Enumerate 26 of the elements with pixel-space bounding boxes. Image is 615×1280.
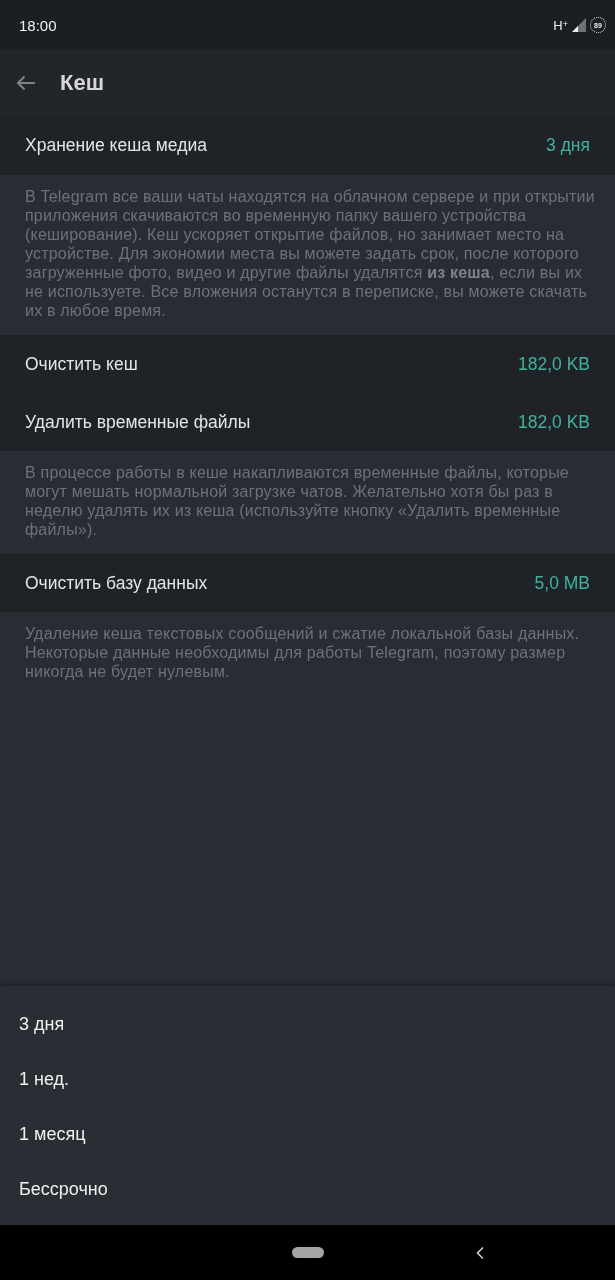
- settings-row[interactable]: Хранение кеша медиа 3 дня: [0, 115, 615, 175]
- row-label: Очистить кеш: [25, 353, 138, 375]
- info-text: В Telegram все ваши чаты находятся на облачном сервере и при открытии приложения скачиваются во временную папку вашего устройства (кеширование). Кеш ускоряет открытие файлов, но занимает место на устройстве. Для экономии места вы можете задать срок, после которого загруженные фото, видео и другие файлы удалятся из кеша, если вы их не используете. Все вложения останутся в переписке, вы можете скачать их в любое время.: [25, 187, 596, 320]
- sheet-option[interactable]: 1 нед.: [0, 1052, 615, 1107]
- row-label: Хранение кеша медиа: [25, 134, 207, 156]
- back-chevron-icon[interactable]: [475, 1246, 485, 1260]
- sheet-option[interactable]: Бессрочно: [0, 1162, 615, 1217]
- status-time: 18:00: [19, 16, 57, 34]
- home-pill-icon[interactable]: [291, 1247, 324, 1258]
- info-text: Удаление кеша текстовых сообщений и сжатие локальной базы данных. Некоторые данные необходимы для работы Telegram, поэтому размер никогда не будет нулевым.: [25, 624, 581, 681]
- screen-title: Кеш: [60, 69, 104, 96]
- row-label: Очистить базу данных: [25, 572, 208, 594]
- sheet-option[interactable]: 1 месяц: [0, 1107, 615, 1162]
- settings-row[interactable]: Очистить кеш 182,0 KB: [0, 335, 615, 393]
- row-label: Удалить временные файлы: [25, 411, 251, 433]
- row-value: 5,0 MB: [534, 572, 590, 594]
- row-value: 182,0 KB: [518, 411, 590, 433]
- info-text: В процессе работы в кеше накапливаются временные файлы, которые могут мешать нормальной загрузке чатов. Желательно хотя бы раз в неделю удалять их из кеша (используйте кнопку «Удалить временные файлы»).: [25, 463, 570, 539]
- network-type: H$^{+}$: [553, 17, 568, 33]
- row-value: 3 дня: [546, 134, 590, 156]
- settings-row[interactable]: Удалить временные файлы 182,0 KB: [0, 393, 615, 451]
- row-value: 182,0 KB: [518, 353, 590, 375]
- settings-row[interactable]: Очистить базу данных 5,0 MB: [0, 554, 615, 612]
- back-arrow-icon[interactable]: [16, 74, 36, 91]
- sheet-option[interactable]: 3 дня: [0, 997, 615, 1052]
- signal-icon: [572, 18, 586, 32]
